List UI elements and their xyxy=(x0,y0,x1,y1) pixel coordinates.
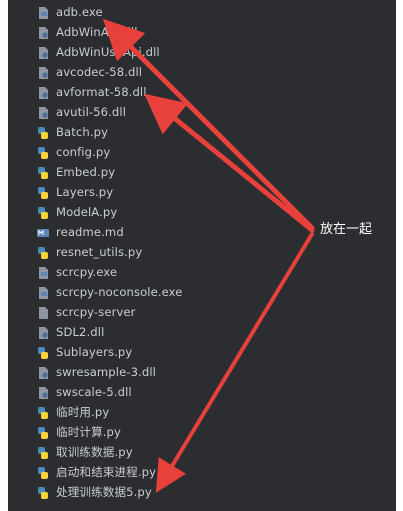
project-file-panel: adb.exe AdbWinApi.dll AdbWinUsbApi.dll a… xyxy=(8,0,396,511)
file-row[interactable]: 处理训练数据5.py xyxy=(36,482,386,502)
dll-file-icon xyxy=(36,65,50,79)
file-row[interactable]: scrcpy-server xyxy=(36,302,386,322)
file-name: adb.exe xyxy=(56,5,103,19)
python-file-icon xyxy=(36,485,50,499)
file-row[interactable]: 取训练数据.py xyxy=(36,442,386,462)
dll-file-icon xyxy=(36,365,50,379)
file-row[interactable]: swscale-5.dll xyxy=(36,382,386,402)
file-name: AdbWinUsbApi.dll xyxy=(56,45,160,59)
file-row[interactable]: avcodec-58.dll xyxy=(36,62,386,82)
exe-file-icon xyxy=(36,5,50,19)
dll-file-icon xyxy=(36,85,50,99)
annotation-label: 放在一起 xyxy=(320,222,373,237)
file-name: 临时用.py xyxy=(56,405,110,419)
file-name: avformat-58.dll xyxy=(56,85,147,99)
generic-file-icon xyxy=(36,305,50,319)
file-name: 取训练数据.py xyxy=(56,445,133,459)
file-name: scrcpy-noconsole.exe xyxy=(56,285,183,299)
python-file-icon xyxy=(36,425,50,439)
file-name: 临时计算.py xyxy=(56,425,121,439)
file-row[interactable]: Sublayers.py xyxy=(36,342,386,362)
python-file-icon xyxy=(36,145,50,159)
file-name: readme.md xyxy=(56,225,124,239)
file-row[interactable]: avutil-56.dll xyxy=(36,102,386,122)
file-name: ModelA.py xyxy=(56,205,118,219)
file-name: 处理训练数据5.py xyxy=(56,485,152,499)
file-row[interactable]: Embed.py xyxy=(36,162,386,182)
file-row[interactable]: 临时用.py xyxy=(36,402,386,422)
file-name: AdbWinApi.dll xyxy=(56,25,138,39)
dll-file-icon xyxy=(36,45,50,59)
file-list: adb.exe AdbWinApi.dll AdbWinUsbApi.dll a… xyxy=(36,2,386,502)
file-name: Batch.py xyxy=(56,125,109,139)
file-name: avutil-56.dll xyxy=(56,105,127,119)
file-name: 启动和结束进程.py xyxy=(56,465,157,479)
python-file-icon xyxy=(36,405,50,419)
file-row[interactable]: resnet_utils.py xyxy=(36,242,386,262)
file-name: avcodec-58.dll xyxy=(56,65,143,79)
file-row[interactable]: avformat-58.dll xyxy=(36,82,386,102)
file-row[interactable]: 临时计算.py xyxy=(36,422,386,442)
dll-file-icon xyxy=(36,385,50,399)
file-row[interactable]: AdbWinApi.dll xyxy=(36,22,386,42)
file-name: scrcpy-server xyxy=(56,305,136,319)
file-name: config.py xyxy=(56,145,111,159)
dll-file-icon xyxy=(36,325,50,339)
python-file-icon xyxy=(36,185,50,199)
file-row[interactable]: adb.exe xyxy=(36,2,386,22)
file-row[interactable]: Layers.py xyxy=(36,182,386,202)
file-row[interactable]: AdbWinUsbApi.dll xyxy=(36,42,386,62)
exe-file-icon xyxy=(36,265,50,279)
file-name: Layers.py xyxy=(56,185,114,199)
file-name: Sublayers.py xyxy=(56,345,133,359)
markdown-file-icon xyxy=(36,225,50,239)
dll-file-icon xyxy=(36,105,50,119)
file-name: SDL2.dll xyxy=(56,325,105,339)
python-file-icon xyxy=(36,345,50,359)
file-name: swresample-3.dll xyxy=(56,365,156,379)
file-name: resnet_utils.py xyxy=(56,245,143,259)
file-row[interactable]: scrcpy-noconsole.exe xyxy=(36,282,386,302)
file-row[interactable]: config.py xyxy=(36,142,386,162)
file-row[interactable]: scrcpy.exe xyxy=(36,262,386,282)
python-file-icon xyxy=(36,465,50,479)
python-file-icon xyxy=(36,205,50,219)
exe-file-icon xyxy=(36,285,50,299)
dll-file-icon xyxy=(36,25,50,39)
python-file-icon xyxy=(36,245,50,259)
gutter xyxy=(8,0,34,511)
file-row[interactable]: Batch.py xyxy=(36,122,386,142)
python-file-icon xyxy=(36,125,50,139)
file-row[interactable]: SDL2.dll xyxy=(36,322,386,342)
python-file-icon xyxy=(36,165,50,179)
file-row[interactable]: 启动和结束进程.py xyxy=(36,462,386,482)
file-row[interactable]: swresample-3.dll xyxy=(36,362,386,382)
python-file-icon xyxy=(36,445,50,459)
file-name: Embed.py xyxy=(56,165,116,179)
file-name: swscale-5.dll xyxy=(56,385,132,399)
file-name: scrcpy.exe xyxy=(56,265,118,279)
